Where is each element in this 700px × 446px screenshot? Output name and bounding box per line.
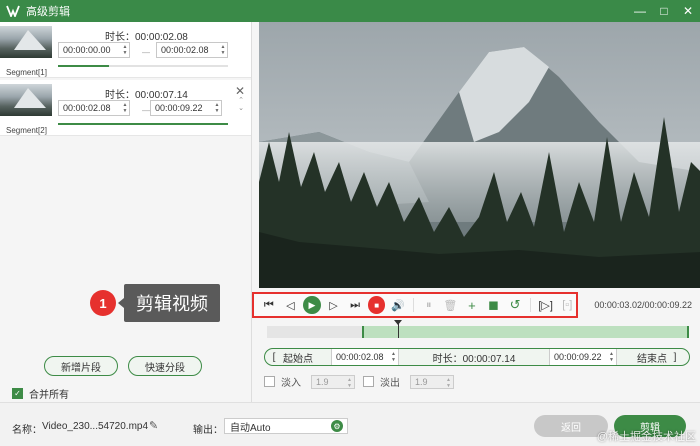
step-number-badge: 1 — [90, 290, 116, 316]
merge-all-label: 合并所有 — [29, 390, 69, 401]
fade-in-duration-input[interactable]: 1.9 ▲ ▼ — [311, 374, 355, 389]
segment-progress — [58, 123, 228, 125]
remove-segment-icon[interactable]: ✕ — [235, 84, 245, 98]
segment-item[interactable]: Segment[1] 时长：00:00:02.08 00:00:00.00 ▲ ▼… — [0, 22, 251, 78]
fade-out-option: ✓ 淡出 1.9 ▲▼ — [363, 374, 454, 389]
segment-duration: 时长：00:00:02.08 — [105, 32, 188, 43]
playhead-marker[interactable] — [394, 320, 402, 338]
bottom-bar: 名称： Video_230...54720.mp4 ✎ 输出： 自动Auto ⚙… — [0, 402, 700, 446]
segment-thumbnail — [0, 26, 52, 58]
range-editor: [ 起始点 00:00:02.08 ▲ ▼ 时长：00:00:07.14 00:0… — [264, 348, 690, 366]
merge-all-checkbox[interactable]: ✓ — [12, 388, 23, 399]
segment-duration: 时长：00:00:07.14 — [105, 90, 188, 101]
segment-progress — [58, 65, 228, 67]
go-to-end-icon[interactable]: ⏭ — [346, 296, 364, 314]
fade-in-label: 淡入 — [281, 378, 301, 389]
timeline-track[interactable] — [267, 320, 689, 338]
play-button[interactable]: ▶ — [303, 296, 321, 314]
range-duration: 时长：00:00:07.14 — [432, 353, 516, 365]
set-end-bracket[interactable]: ] — [667, 352, 683, 363]
minimize-button[interactable]: — — [634, 5, 646, 17]
split-icon[interactable]: ⏸ — [420, 296, 438, 314]
toolbar-divider — [413, 298, 415, 312]
segment-end-input[interactable]: 00:00:09.22 ▲ ▼ — [150, 100, 222, 116]
spinner-icon[interactable]: ▲ ▼ — [220, 44, 226, 56]
spinner-icon[interactable]: ▲ ▼ — [446, 377, 451, 389]
spinner-icon[interactable]: ▲ ▼ — [391, 351, 396, 363]
segment-progress-fill — [58, 65, 109, 67]
maximize-button[interactable]: □ — [658, 5, 670, 17]
name-label: 名称： — [12, 425, 42, 436]
fade-out-label: 淡出 — [380, 378, 400, 389]
segment-list-panel: Segment[1] 时长：00:00:02.08 00:00:00.00 ▲ ▼… — [0, 22, 251, 402]
gear-icon[interactable]: ⚙ — [331, 420, 343, 432]
segment-end-input[interactable]: 00:00:02.08 ▲ ▼ — [156, 42, 228, 58]
quick-split-button[interactable]: 快速分段 — [128, 356, 202, 376]
fade-out-checkbox[interactable]: ✓ — [363, 376, 374, 387]
fade-in-option: ✓ 淡入 1.9 ▲▼ — [264, 374, 355, 389]
segment-label: Segment[2] — [6, 126, 47, 135]
spinner-icon[interactable]: ▲ ▼ — [609, 351, 614, 363]
spinner-icon[interactable]: ▲ ▼ — [347, 377, 352, 389]
video-frame-image — [259, 22, 700, 288]
fullscreen-icon[interactable]: [▫] — [558, 296, 576, 314]
step-forward-icon[interactable]: ▷ — [325, 296, 343, 314]
step-back-icon[interactable]: ◁ — [282, 296, 300, 314]
segment-thumbnail — [0, 84, 52, 116]
video-preview[interactable] — [259, 22, 700, 288]
edit-name-icon[interactable]: ✎ — [149, 419, 158, 432]
fade-out-duration-input[interactable]: 1.9 ▲ ▼ — [410, 374, 454, 389]
segment-progress-fill — [58, 123, 228, 125]
spinner-icon[interactable]: ▲ ▼ — [214, 102, 220, 114]
annotation-tooltip: 剪辑视频 — [118, 284, 220, 322]
range-dash: — — [142, 106, 150, 115]
window-title: 高级剪辑 — [26, 6, 70, 18]
reset-icon[interactable]: ↺ — [506, 296, 524, 314]
set-end-button[interactable]: 结束点 — [617, 350, 667, 365]
start-time-input[interactable]: 00:00:02.08 ▲ ▼ — [331, 349, 399, 365]
add-segment-button[interactable]: 新增片段 — [44, 356, 118, 376]
volume-icon[interactable]: 🔊 — [389, 296, 407, 314]
segment-item[interactable]: Segment[2] 时长：00:00:07.14 00:00:02.08 ▲ ▼… — [0, 80, 251, 136]
preview-segment-icon[interactable]: [▷] — [537, 296, 555, 314]
segment-start-input[interactable]: 00:00:02.08 ▲ ▼ — [58, 100, 130, 116]
set-start-button[interactable]: 起始点 — [283, 350, 331, 365]
spinner-icon[interactable]: ▲ ▼ — [122, 102, 128, 114]
app-logo-icon — [6, 4, 20, 18]
output-path-select[interactable]: 自动Auto ⚙ — [224, 418, 348, 434]
copy-icon[interactable]: ◼ — [485, 296, 503, 314]
end-time-input[interactable]: 00:00:09.22 ▲ ▼ — [549, 349, 617, 365]
delete-icon[interactable]: 🗑 — [442, 296, 460, 314]
segment-label: Segment[1] — [6, 68, 47, 77]
toolbar-divider — [529, 298, 531, 312]
spinner-icon[interactable]: ▲ ▼ — [122, 44, 128, 56]
go-to-start-icon[interactable]: ⏮ — [260, 296, 278, 314]
set-start-bracket[interactable]: [ — [265, 352, 283, 363]
title-bar: 高级剪辑 — □ ✕ — [0, 0, 700, 22]
timeline-selection[interactable] — [362, 326, 689, 338]
playback-toolbar: ⏮ ◁ ▶ ▷ ⏭ ■ 🔊 ⏸ 🗑 + ◼ ↺ [▷] [▫] — [252, 292, 578, 318]
merge-all-option[interactable]: ✓ 合并所有 — [12, 386, 69, 401]
current-timecode: 00:00:03.02/00:00:09.22 — [594, 300, 692, 310]
editor-panel: ⏮ ◁ ▶ ▷ ⏭ ■ 🔊 ⏸ 🗑 + ◼ ↺ [▷] [▫] 00:00:03… — [251, 22, 700, 402]
add-marker-icon[interactable]: + — [463, 296, 481, 314]
output-label: 输出： — [193, 425, 223, 436]
close-window-button[interactable]: ✕ — [682, 5, 694, 17]
range-dash: — — [142, 48, 150, 57]
segment-start-input[interactable]: 00:00:00.00 ▲ ▼ — [58, 42, 130, 58]
output-filename: Video_230...54720.mp4 — [42, 421, 149, 432]
fade-in-checkbox[interactable]: ✓ — [264, 376, 275, 387]
stop-button[interactable]: ■ — [367, 296, 386, 314]
reorder-arrows-icon[interactable]: ⌃ ⌄ — [238, 97, 244, 113]
watermark-text: @稀土掘金技术社区 — [596, 431, 696, 443]
